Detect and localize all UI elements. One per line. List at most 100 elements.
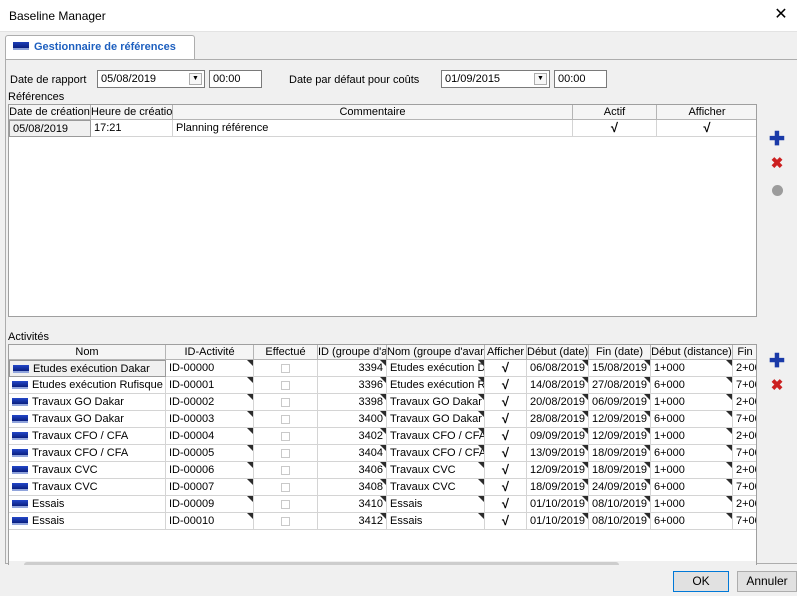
act-col-id[interactable]: ID-Activité	[166, 345, 254, 360]
activity-cell-name[interactable]: Travaux GO Dakar	[9, 394, 166, 411]
chevron-down-icon[interactable]: ▼	[189, 73, 202, 85]
activity-cell-id[interactable]: ID-00001	[166, 377, 254, 394]
activity-cell-name[interactable]: Travaux CFO / CFA	[9, 428, 166, 445]
activity-cell-end[interactable]: 27/08/2019	[589, 377, 651, 394]
reference-status-icon[interactable]	[772, 185, 783, 196]
act-col-end[interactable]: Fin (date)	[589, 345, 651, 360]
activity-cell-id[interactable]: ID-00006	[166, 462, 254, 479]
activity-cell-group-name[interactable]: Travaux CFO / CFA	[387, 428, 485, 445]
act-col-show[interactable]: Afficher	[485, 345, 527, 360]
activity-cell-start[interactable]: 09/09/2019	[527, 428, 589, 445]
done-checkbox[interactable]	[281, 516, 290, 526]
delete-activity-button[interactable]: ✖	[769, 378, 785, 394]
activity-cell-name[interactable]: Essais	[9, 496, 166, 513]
activity-cell-group-id[interactable]: 3404	[318, 445, 387, 462]
activity-cell-group-name[interactable]: Travaux GO Dakar	[387, 411, 485, 428]
activity-cell-id[interactable]: ID-00010	[166, 513, 254, 530]
activity-cell-group-id[interactable]: 3402	[318, 428, 387, 445]
activity-cell-start[interactable]: 13/09/2019	[527, 445, 589, 462]
activity-cell-end[interactable]: 15/08/2019	[589, 360, 651, 377]
act-col-done[interactable]: Effectué	[254, 345, 318, 360]
activity-cell-end-dist[interactable]: 2+00	[733, 462, 756, 479]
activity-cell-group-id[interactable]: 3412	[318, 513, 387, 530]
activity-cell-name[interactable]: Travaux CVC	[9, 462, 166, 479]
done-checkbox[interactable]	[281, 380, 290, 390]
activity-cell-show[interactable]: √	[485, 513, 527, 530]
done-checkbox[interactable]	[281, 465, 290, 475]
activity-cell-end-dist[interactable]: 2+00	[733, 496, 756, 513]
activity-cell-done[interactable]	[254, 360, 318, 377]
activity-cell-group-name[interactable]: Travaux CVC	[387, 479, 485, 496]
activity-cell-group-name[interactable]: Essais	[387, 496, 485, 513]
activity-cell-group-name[interactable]: Etudes exécution R	[387, 377, 485, 394]
activity-cell-id[interactable]: ID-00007	[166, 479, 254, 496]
ref-col-comment[interactable]: Commentaire	[173, 105, 573, 120]
activity-cell-group-name[interactable]: Etudes exécution D	[387, 360, 485, 377]
activity-cell-show[interactable]: √	[485, 377, 527, 394]
activity-cell-end[interactable]: 08/10/2019	[589, 496, 651, 513]
activity-cell-name[interactable]: Travaux CVC	[9, 479, 166, 496]
activity-cell-id[interactable]: ID-00002	[166, 394, 254, 411]
activity-cell-end[interactable]: 18/09/2019	[589, 462, 651, 479]
activity-cell-show[interactable]: √	[485, 411, 527, 428]
ref-cell-time[interactable]: 17:21	[91, 120, 173, 137]
activity-cell-start-dist[interactable]: 1+000	[651, 462, 733, 479]
activity-cell-group-id[interactable]: 3400	[318, 411, 387, 428]
activity-cell-start-dist[interactable]: 1+000	[651, 394, 733, 411]
activity-cell-show[interactable]: √	[485, 445, 527, 462]
activity-cell-group-name[interactable]: Travaux CFO / CFA	[387, 445, 485, 462]
activity-cell-start-dist[interactable]: 1+000	[651, 428, 733, 445]
cost-time-field[interactable]: 00:00	[554, 70, 607, 88]
activity-cell-name[interactable]: Travaux CFO / CFA	[9, 445, 166, 462]
done-checkbox[interactable]	[281, 397, 290, 407]
act-col-group-name[interactable]: Nom (groupe d'avan	[387, 345, 485, 360]
activity-cell-group-id[interactable]: 3408	[318, 479, 387, 496]
done-checkbox[interactable]	[281, 448, 290, 458]
activity-cell-id[interactable]: ID-00003	[166, 411, 254, 428]
activity-cell-end[interactable]: 24/09/2019	[589, 479, 651, 496]
activity-cell-start[interactable]: 12/09/2019	[527, 462, 589, 479]
act-col-start-dist[interactable]: Début (distance)	[651, 345, 733, 360]
activity-cell-end-dist[interactable]: 7+00	[733, 411, 756, 428]
add-activity-button[interactable]: ✚	[769, 352, 785, 371]
act-col-name[interactable]: Nom	[9, 345, 166, 360]
activity-cell-end-dist[interactable]: 2+00	[733, 394, 756, 411]
report-time-field[interactable]: 00:00	[209, 70, 262, 88]
act-col-end-dist[interactable]: Fin	[733, 345, 756, 360]
activity-cell-done[interactable]	[254, 462, 318, 479]
activity-cell-start[interactable]: 28/08/2019	[527, 411, 589, 428]
ref-cell-show[interactable]: √	[657, 120, 756, 137]
activity-cell-show[interactable]: √	[485, 462, 527, 479]
ref-col-show[interactable]: Afficher	[657, 105, 756, 120]
close-icon[interactable]: ✕	[771, 4, 791, 26]
delete-reference-button[interactable]: ✖	[769, 156, 785, 172]
activity-cell-show[interactable]: √	[485, 479, 527, 496]
activity-cell-group-id[interactable]: 3406	[318, 462, 387, 479]
activity-cell-group-id[interactable]: 3398	[318, 394, 387, 411]
activity-cell-done[interactable]	[254, 445, 318, 462]
activity-cell-end[interactable]: 18/09/2019	[589, 445, 651, 462]
activity-cell-name[interactable]: Etudes exécution Rufisque	[9, 377, 166, 394]
activity-cell-start-dist[interactable]: 1+000	[651, 496, 733, 513]
activity-cell-start[interactable]: 14/08/2019	[527, 377, 589, 394]
done-checkbox[interactable]	[281, 363, 290, 373]
activity-cell-end[interactable]: 06/09/2019	[589, 394, 651, 411]
ref-cell-date[interactable]: 05/08/2019	[9, 120, 91, 137]
activity-cell-id[interactable]: ID-00009	[166, 496, 254, 513]
cancel-button[interactable]: Annuler	[737, 571, 797, 592]
activity-cell-id[interactable]: ID-00000	[166, 360, 254, 377]
activity-cell-start-dist[interactable]: 6+000	[651, 411, 733, 428]
activity-cell-name[interactable]: Travaux GO Dakar	[9, 411, 166, 428]
activity-cell-id[interactable]: ID-00005	[166, 445, 254, 462]
ref-col-date[interactable]: Date de création	[9, 105, 91, 120]
activity-cell-group-name[interactable]: Travaux GO Dakar	[387, 394, 485, 411]
activity-cell-name[interactable]: Essais	[9, 513, 166, 530]
ok-button[interactable]: OK	[673, 571, 729, 592]
activity-cell-end-dist[interactable]: 7+00	[733, 513, 756, 530]
activity-cell-group-name[interactable]: Travaux CVC	[387, 462, 485, 479]
activity-cell-start[interactable]: 18/09/2019	[527, 479, 589, 496]
act-col-start[interactable]: Début (date)	[527, 345, 589, 360]
activity-cell-end-dist[interactable]: 2+00	[733, 360, 756, 377]
activity-cell-end[interactable]: 12/09/2019	[589, 428, 651, 445]
activity-cell-start-dist[interactable]: 6+000	[651, 513, 733, 530]
